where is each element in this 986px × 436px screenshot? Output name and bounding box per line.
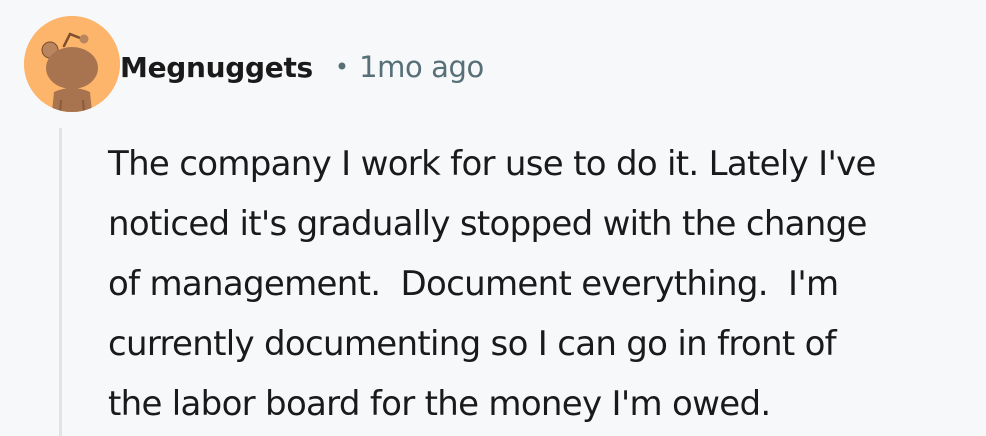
- comment-body: The company I work for use to do it. Lat…: [108, 134, 978, 434]
- timestamp[interactable]: 1mo ago: [359, 50, 484, 84]
- reddit-snoo-avatar-icon: [24, 16, 120, 112]
- comment-body-line: of management. Document everything. I'm: [108, 264, 839, 304]
- comment-body-line: noticed it's gradually stopped with the …: [108, 204, 867, 244]
- comment-body-line: The company I work for use to do it. Lat…: [108, 144, 876, 184]
- comment-body-line: currently documenting so I can go in fro…: [108, 324, 837, 364]
- thread-line[interactable]: [59, 128, 62, 436]
- comment-meta: Megnuggets • 1mo ago: [120, 44, 484, 90]
- meta-separator: •: [334, 53, 350, 81]
- username-link[interactable]: Megnuggets: [120, 51, 313, 84]
- user-avatar[interactable]: [24, 16, 120, 112]
- comment: Megnuggets • 1mo ago The company I work …: [0, 0, 986, 436]
- comment-body-line: the labor board for the money I'm owed.: [108, 384, 771, 424]
